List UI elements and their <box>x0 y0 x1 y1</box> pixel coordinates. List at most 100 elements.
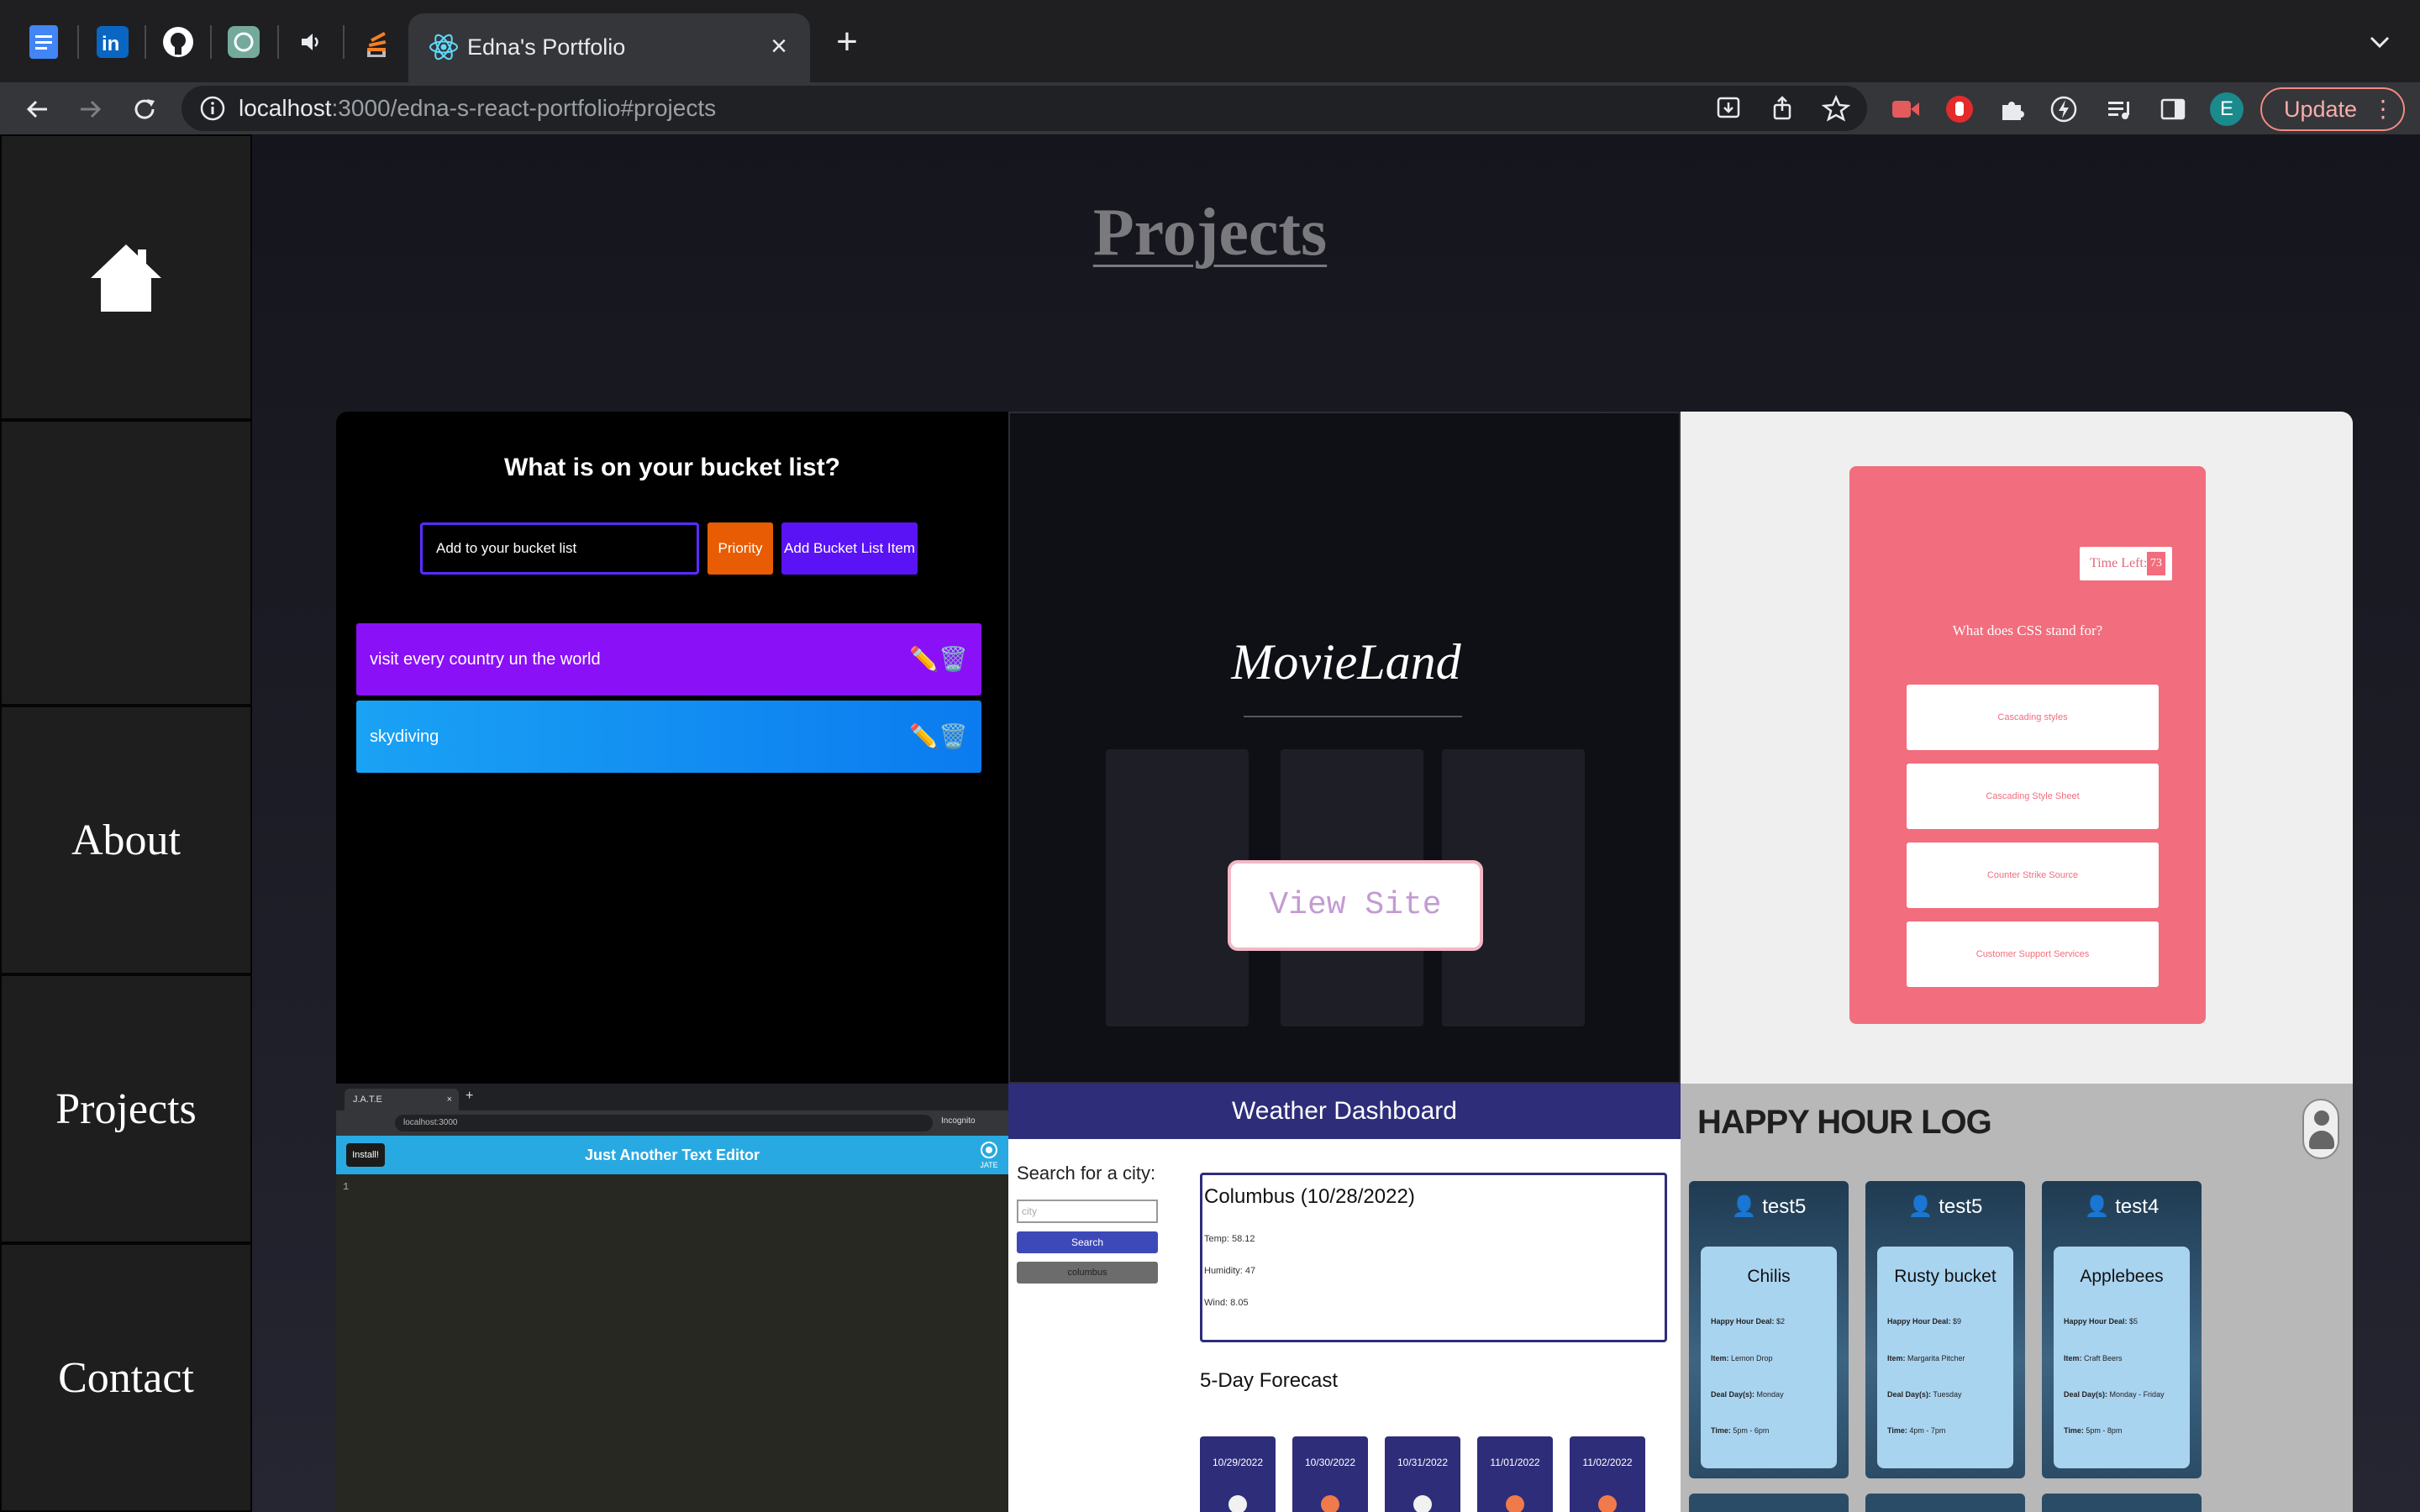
tab-separator <box>77 25 79 59</box>
quiz-answer: Customer Support Services <box>1907 921 2159 987</box>
extension-adblock[interactable] <box>1943 92 1976 126</box>
nav-about[interactable]: About <box>0 706 252 974</box>
happy-hour-time: Time: 5pm - 6pm <box>1711 1426 1769 1435</box>
days-label: Deal Day(s): <box>1711 1390 1755 1399</box>
google-docs-tab[interactable] <box>25 24 62 60</box>
linkedin-tab[interactable]: in <box>92 22 133 62</box>
react-icon <box>429 34 458 60</box>
happy-hour-time: Time: 5pm - 8pm <box>2064 1426 2122 1435</box>
forward-button[interactable] <box>72 91 109 128</box>
item-value: Lemon Drop <box>1731 1354 1773 1362</box>
forecast-date: 10/31/2022 <box>1397 1457 1449 1468</box>
profile-avatar[interactable]: E <box>2210 92 2244 126</box>
nav-contact-label: Contact <box>58 1353 194 1402</box>
bucket-question: What is on your bucket list? <box>503 454 841 481</box>
profile-icon <box>2302 1099 2339 1159</box>
forecast-card: 11/02/2022 <box>1570 1436 1645 1512</box>
side-panel-icon <box>2160 98 2186 120</box>
deal-value: $9 <box>1953 1317 1962 1326</box>
forecast-date: 11/02/2022 <box>1582 1457 1633 1468</box>
project-card-quiz[interactable]: Time Left: 73 What does CSS stand for? Ca… <box>1681 412 2353 1084</box>
time-value: 4pm - 7pm <box>1909 1426 1946 1435</box>
edit-delete-icons: ✏️🗑️ <box>909 723 968 749</box>
project-card-weather[interactable]: Weather Dashboard Search for a city: cit… <box>1008 1084 1681 1512</box>
update-button[interactable]: Update ⋮ <box>2260 87 2405 131</box>
happy-hour-username: test5 <box>1762 1195 1807 1218</box>
share-icon[interactable] <box>1768 94 1797 123</box>
extension-lightning[interactable] <box>2047 92 2081 126</box>
update-label: Update <box>2284 97 2358 122</box>
media-control-button[interactable] <box>2102 92 2136 126</box>
extension-screencast[interactable] <box>1889 92 1923 126</box>
chatgpt-icon <box>228 26 260 58</box>
side-panel-button[interactable] <box>2156 92 2190 126</box>
happy-hour-details: Applebees Happy Hour Deal: $5 Item: Craf… <box>2054 1247 2190 1468</box>
tab-separator <box>145 25 146 59</box>
weather-title: Weather Dashboard <box>1008 1084 1681 1139</box>
project-card-movieland[interactable]: MovieLand View Site <box>1008 412 1681 1084</box>
address-bar[interactable]: localhost:3000/edna-s-react-portfolio#pr… <box>182 86 1867 131</box>
quiz-panel: Time Left: 73 What does CSS stand for? Ca… <box>1849 466 2206 1024</box>
reload-button[interactable] <box>126 91 163 128</box>
active-tab[interactable]: Edna's Portfolio × <box>408 13 810 82</box>
project-card-jate[interactable]: J.A.T.E × + localhost:3000 Incognito Just… <box>336 1084 1008 1512</box>
info-icon[interactable] <box>198 94 227 123</box>
weather-search-label: Search for a city: <box>1017 1163 1156 1184</box>
item-value: Craft Beers <box>2084 1354 2123 1362</box>
chatgpt-tab[interactable] <box>224 22 264 62</box>
chevron-down-icon[interactable] <box>2363 25 2396 59</box>
deal-label: Happy Hour Deal: <box>1887 1317 1951 1326</box>
days-value: Monday - Friday <box>2109 1390 2165 1399</box>
nav-about-label: About <box>71 816 181 864</box>
tab-separator <box>210 25 212 59</box>
project-card-bucket-list[interactable]: What is on your bucket list? Add to your… <box>336 412 1008 1084</box>
nav-projects[interactable]: Projects <box>0 974 252 1243</box>
weather-icon <box>1413 1495 1432 1512</box>
priority-button: Priority <box>708 522 773 575</box>
nav-contact[interactable]: Contact <box>0 1243 252 1512</box>
happy-hour-title: HAPPY HOUR LOG <box>1697 1104 1992 1141</box>
audio-tab[interactable] <box>291 22 331 62</box>
happy-hour-card: 👤 test5 Rusty bucket Happy Hour Deal: $9… <box>1865 1181 2025 1478</box>
back-button[interactable] <box>18 91 55 128</box>
install-app-icon[interactable] <box>1714 94 1743 123</box>
more-menu-icon[interactable]: ⋮ <box>2371 89 2395 129</box>
jate-incognito: Incognito <box>941 1116 976 1126</box>
jate-logo-icon <box>981 1142 997 1158</box>
tab-title: Edna's Portfolio <box>467 34 626 60</box>
bookmark-star-icon[interactable] <box>1822 94 1850 123</box>
github-icon <box>163 27 193 57</box>
github-tab[interactable] <box>158 22 198 62</box>
home-icon <box>91 244 161 312</box>
new-tab-button[interactable]: + <box>829 24 865 60</box>
bucket-item: visit every country un the world ✏️🗑️ <box>356 623 981 696</box>
bucket-item-text: visit every country un the world <box>370 650 601 669</box>
quiz-answer: Cascading styles <box>1907 685 2159 750</box>
stackoverflow-tab[interactable] <box>356 22 397 62</box>
days-value: Tuesday <box>1933 1390 1962 1399</box>
project-card-happy-hour[interactable]: HAPPY HOUR LOG 👤 test5 Chilis Happy Hour… <box>1681 1084 2353 1512</box>
bucket-input: Add to your bucket list <box>420 522 699 575</box>
nav-home[interactable] <box>0 134 252 420</box>
happy-hour-place: Chilis <box>1747 1267 1791 1286</box>
forecast-card: 10/29/2022 <box>1200 1436 1276 1512</box>
happy-hour-user: 👤 test5 <box>1907 1195 1983 1218</box>
speaker-icon <box>302 34 318 50</box>
time-value: 5pm - 6pm <box>1733 1426 1770 1435</box>
nav-projects-label: Projects <box>55 1084 197 1133</box>
close-tab-icon[interactable]: × <box>761 29 797 64</box>
extensions-button[interactable] <box>1995 92 2028 126</box>
jate-header: Just Another Text Editor Install! JATE <box>336 1136 1008 1174</box>
happy-hour-days: Deal Day(s): Monday - Friday <box>2064 1390 2165 1399</box>
happy-hour-username: test5 <box>1939 1195 1983 1218</box>
adblock-hand-icon <box>1946 96 1973 123</box>
deal-value: $5 <box>2129 1317 2139 1326</box>
playlist-icon <box>2108 102 2129 119</box>
quiz-question: What does CSS stand for? <box>1952 622 2103 638</box>
jate-mini-url: localhost:3000 <box>395 1115 933 1131</box>
google-docs-icon <box>29 25 58 59</box>
weather-city-input: city <box>1017 1200 1158 1223</box>
weather-temp: Temp: 58.12 <box>1204 1234 1255 1244</box>
view-site-button[interactable]: View Site <box>1228 860 1483 951</box>
arrow-left-icon <box>26 100 47 118</box>
